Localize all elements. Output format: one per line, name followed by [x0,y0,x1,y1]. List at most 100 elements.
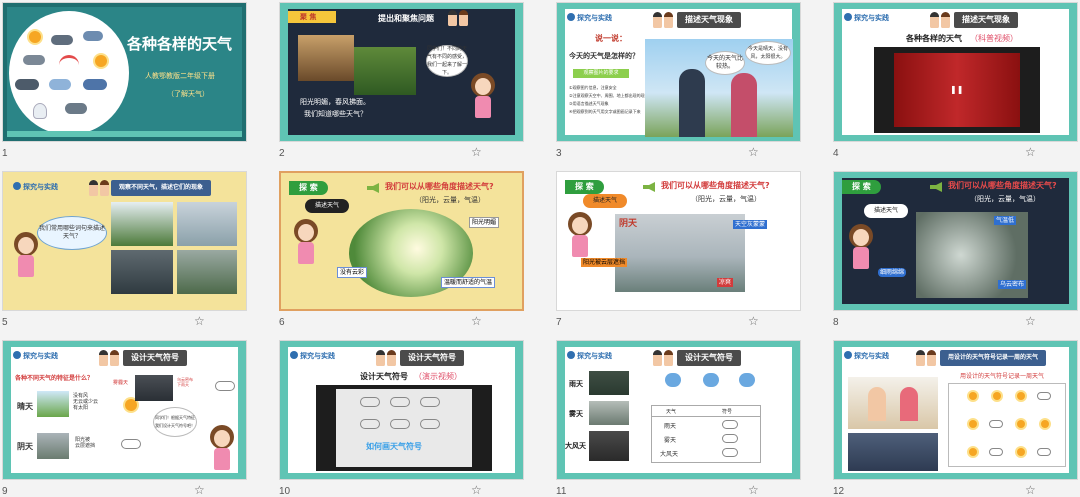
cloudy-label: 阴天 [17,442,33,451]
haze-label: 雾霾天 [113,380,129,386]
question-cloud: 我们常用哪些词句来描述天气？ [37,216,107,250]
slide-3-title: 描述天气现象 [677,12,741,28]
girl-avatar [293,219,319,265]
teacher-bubble: 同学们！根据天气特征我们设计天气符号吧！ [153,407,197,437]
kids-icon [930,12,952,28]
rain-label: 乌云密布 下雨天 [177,377,193,387]
weather-row-label: 大风天 [565,442,586,450]
dark-clouds-tag: 乌云密布 [998,280,1027,289]
weather-icons-oval [9,11,129,135]
describe-weather-label: 描述天气 [864,204,908,218]
slide-2-caption-2: 我们知道哪些天气？ [304,110,367,118]
girl-avatar [567,212,593,258]
weather-photo-3 [111,250,173,294]
slide-10-preview[interactable]: 探究与实践 设计天气符号 设计天气符号 （演示视频） 如何画天气符号 [279,340,524,480]
slide-number: 1 [2,148,8,159]
rain-cloud-icon [665,373,681,387]
video-tag: （科普视频） [970,34,1018,43]
slide-number: 6 [279,317,285,328]
slide-10-title: 设计天气符号 [400,350,464,366]
slide-2-preview[interactable]: 聚 焦 提出和聚焦问题 同学们！不同的天气有不同的感受，我们一起来了解一下。 阳… [279,2,524,142]
video-player[interactable]: 如何画天气符号 [316,385,492,471]
rain-photo [589,371,629,395]
symbol-table: 天气 符号 雨天 雾天 大风天 [651,405,761,463]
say-label: 说一说： [595,34,627,43]
weather-row-label: 雾天 [569,410,583,418]
drizzle-tag: 细雨绵绵 [878,268,907,277]
favorite-star-icon[interactable]: ☆ [748,484,759,496]
slide-6-preview[interactable]: 探 索 我们可以从哪些角度描述天气? （阳光，云量，气温） 描述天气 阳光明媚 … [279,171,524,311]
describe-weather-label: 描述天气 [583,194,627,208]
favorite-star-icon[interactable]: ☆ [1025,146,1036,158]
rain-cloud-icon [83,79,107,90]
girl-avatar [470,73,496,119]
favorite-star-icon[interactable]: ☆ [194,484,205,496]
wind-symbol-icon [722,448,738,457]
explore-tab: 探 索 [565,180,604,194]
favorite-star-icon[interactable]: ☆ [471,484,482,496]
table-cell: 大风天 [660,451,679,458]
slide-8-title: 我们可以从哪些角度描述天气? [948,181,1057,190]
list-item: ③用语言描述天气现象 [569,101,609,106]
temperature-tag: 温暖而舒适的气温 [441,277,496,288]
angle-options: （阳光，云量，气温） [970,195,1040,203]
video-player[interactable]: ❚❚ [874,47,1040,133]
slide-10-heading: 设计天气符号 [360,372,408,381]
slide-8-preview[interactable]: 探 索 我们可以从哪些角度描述天气? （阳光，云量，气温） 描述天气 气温低 细… [833,171,1078,311]
pause-icon[interactable]: ❚❚ [950,85,963,95]
focus-tab: 聚 焦 [288,11,336,23]
slide-12-subtitle: 用设计的天气符号记录一周天气 [960,373,1045,380]
storm-cloud-icon [51,35,73,45]
thunder-cloud-icon [15,79,39,90]
slide-3-question: 今天的天气是怎样的？ [569,52,639,60]
favorite-star-icon[interactable]: ☆ [194,315,205,327]
slide-9-preview[interactable]: 探究与实践 设计天气符号 各种不同天气的特征是什么？ 晴天 没有风 无云或少云 … [2,340,247,480]
slide-number: 11 [556,486,567,497]
teacher-bubble: 同学们！不同的天气有不同的感受，我们一起来了解一下。 [426,45,468,77]
kids-icon [916,350,938,366]
list-item: ①观察图片信息，注意安全 [569,85,617,90]
cloud-symbol-icon [121,439,141,449]
sun-icon [95,55,107,67]
slide-3-preview[interactable]: 探究与实践 描述天气现象 说一说： 今天的天气是怎样的？ 观察图片的要求 ①观察… [556,2,801,142]
favorite-star-icon[interactable]: ☆ [471,146,482,158]
kids-icon [89,180,111,196]
favorite-star-icon[interactable]: ☆ [1025,315,1036,327]
sunny-label: 晴天 [17,402,33,411]
rain-symbol-icon [215,381,235,391]
favorite-star-icon[interactable]: ☆ [748,315,759,327]
favorite-star-icon[interactable]: ☆ [471,315,482,327]
slide-1-publisher: 人教鄂教版二年级下册 [145,72,215,80]
slide-4-title: 描述天气现象 [954,12,1018,28]
slide-1-preview[interactable]: 各种各样的天气 人教鄂教版二年级下册 （了解天气） [2,2,247,142]
angle-options: （阳光，云量，气温） [415,196,485,204]
slide-number: 4 [833,148,839,159]
kids-icon [448,10,470,26]
favorite-star-icon[interactable]: ☆ [1025,484,1036,496]
slide-number: 10 [279,486,291,497]
weather-photo-1 [111,202,173,246]
slide-4-preview[interactable]: 探究与实践 描述天气现象 各种各样的天气 （科普视频） ❚❚ [833,2,1078,142]
girl-avatar [209,425,235,471]
list-item: ④把观察到的天气用文字或图画记录下来 [569,109,641,114]
weekly-weather-chart [948,383,1066,467]
slide-12-preview[interactable]: 探究与实践 用设计的天气符号记录一周的天气 用设计的天气符号记录一周天气 [833,340,1078,480]
logo: 探究与实践 [567,351,612,361]
cold-tag: 气温低 [994,216,1017,225]
logo: 探究与实践 [844,13,889,23]
slide-7-preview[interactable]: 探 索 我们可以从哪些角度描述天气? （阳光，云量，气温） 描述天气 阴天 天空… [556,171,801,311]
slide-11-preview[interactable]: 探究与实践 设计天气符号 雨天 雾天 大风天 天气 符号 雨天 雾天 大风天 [556,340,801,480]
weather-row-label: 雨天 [569,380,583,388]
logo: 探究与实践 [290,351,335,361]
slide-5-preview[interactable]: 探究与实践 观察不同天气，描述它们的现象 我们常用哪些词句来描述天气？ [2,171,247,311]
logo: 探究与实践 [13,182,58,192]
slide-number: 8 [833,317,839,328]
slide-2-title: 提出和聚焦问题 [378,14,434,23]
megaphone-icon [643,182,655,192]
favorite-star-icon[interactable]: ☆ [748,146,759,158]
students-photo [848,377,938,429]
cloudy-description: 阳光被 云层遮挡 [75,437,96,449]
rain-cloud-icon [83,31,103,41]
slide-number: 2 [279,148,285,159]
cloud-cover-tag: 阳光被云层遮挡 [581,258,628,267]
